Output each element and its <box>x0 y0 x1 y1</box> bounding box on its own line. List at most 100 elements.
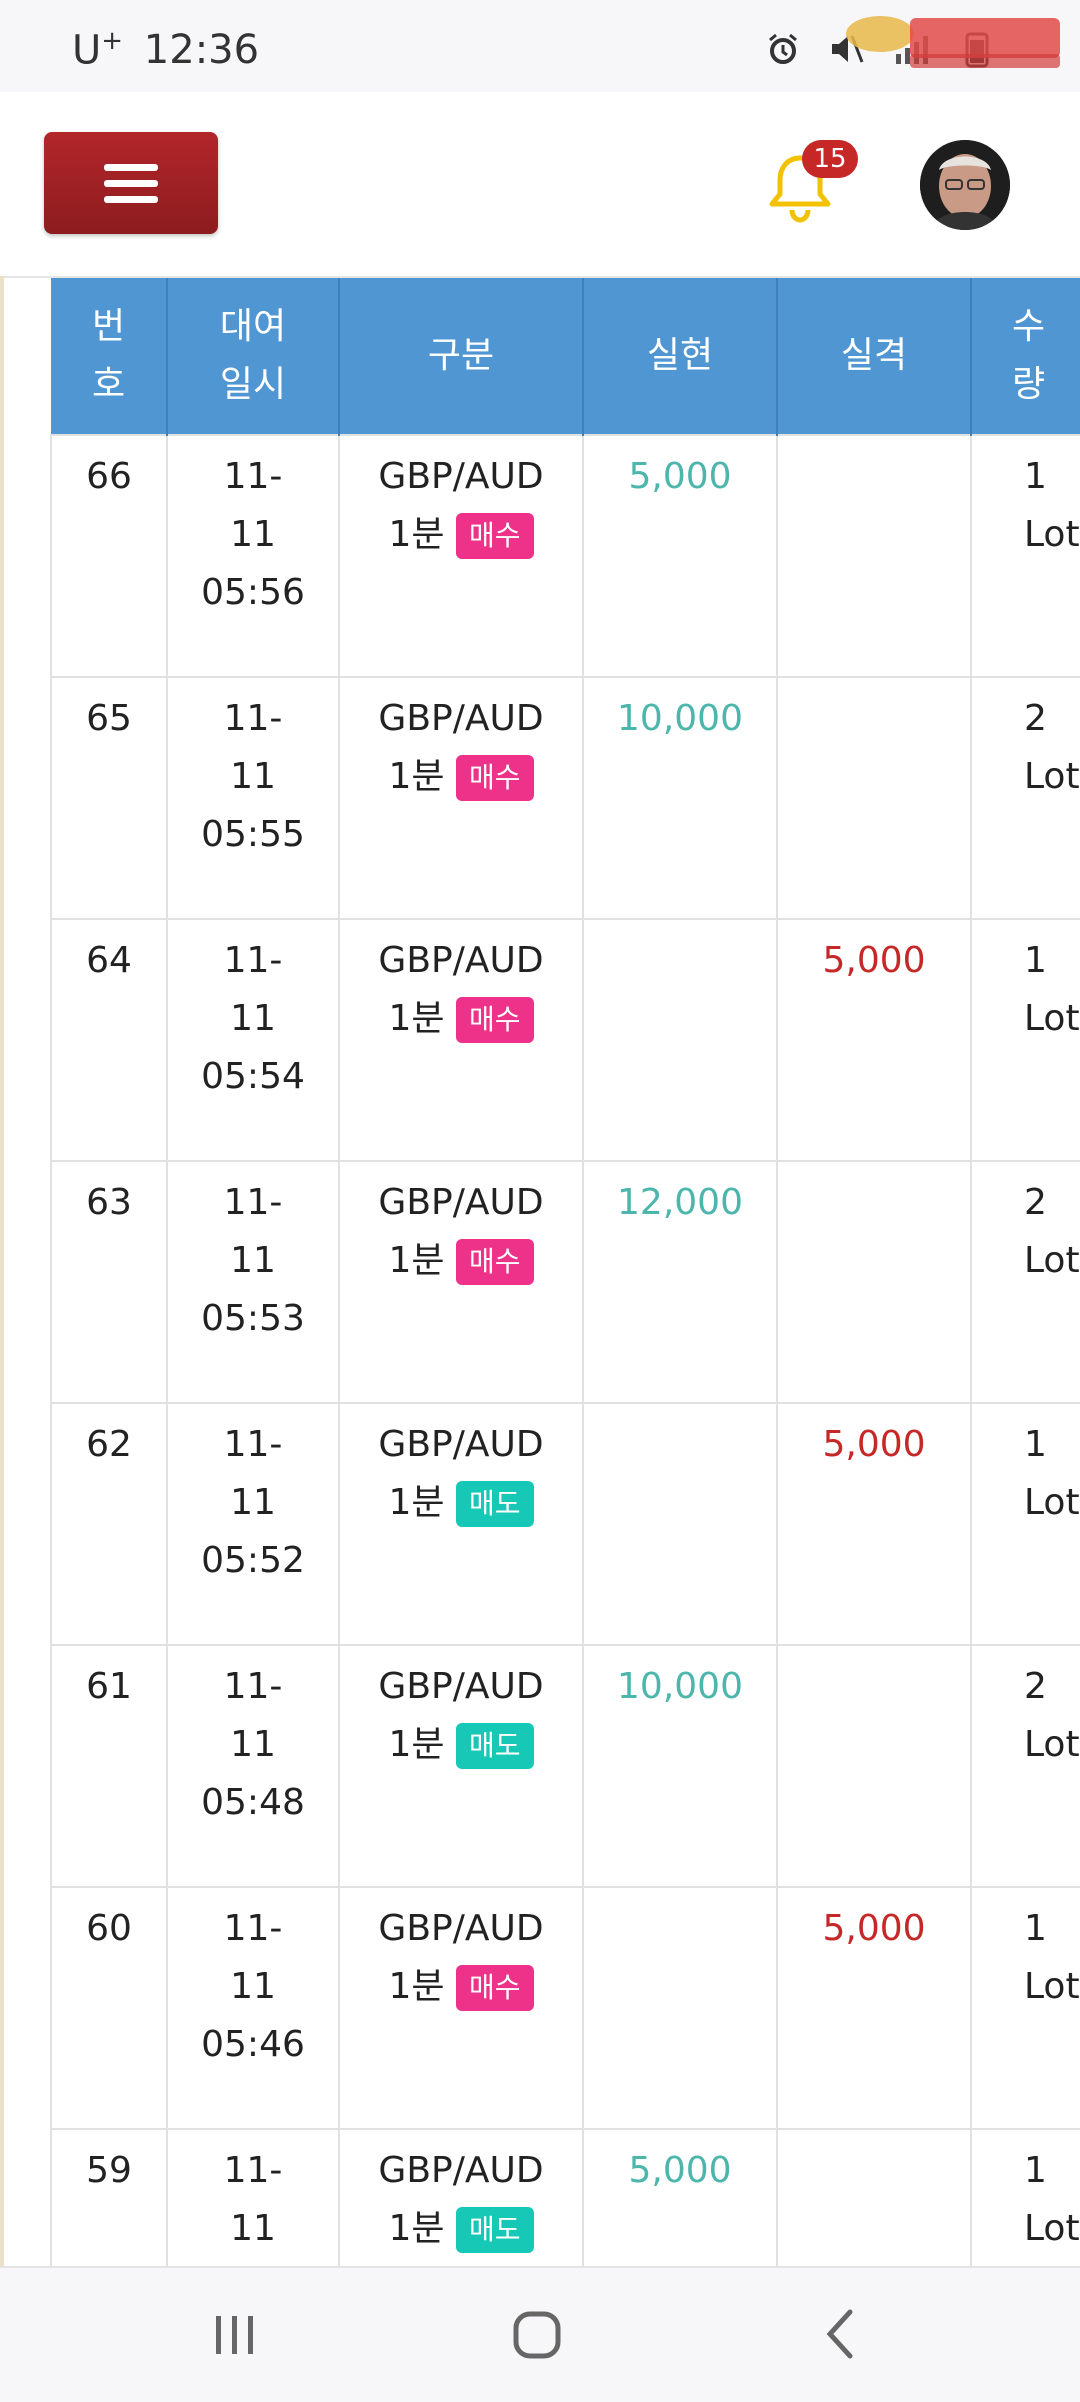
trade-number: 59 <box>86 2150 132 2191</box>
cell-loss <box>776 676 972 920</box>
cell-loss <box>776 434 972 678</box>
trade-quantity: 2 Lot <box>1024 698 1080 797</box>
cell-number: 64 <box>50 918 168 1162</box>
cell-quantity: 1 Lot <box>970 918 1080 1162</box>
col-header-type: 구분 <box>339 278 584 435</box>
cell-number: 61 <box>50 1644 168 1888</box>
cell-loss <box>776 2128 972 2266</box>
realized-amount: 10,000 <box>617 1666 743 1707</box>
trade-datetime: 11- 11 05:56 <box>201 456 305 613</box>
currency-pair: GBP/AUD <box>378 2150 544 2191</box>
cell-number: 65 <box>50 676 168 920</box>
cell-datetime: 11- 11 05:46 <box>166 1886 340 2130</box>
trade-number: 62 <box>86 1424 132 1465</box>
cell-realized <box>582 1402 778 1646</box>
cell-quantity: 1 Lot <box>970 434 1080 678</box>
realized-amount: 5,000 <box>628 456 732 497</box>
cell-quantity: 2 Lot <box>970 1644 1080 1888</box>
cell-quantity: 1 Lot <box>970 1402 1080 1646</box>
cell-loss: 5,000 <box>776 1402 972 1646</box>
cell-type: GBP/AUD 1분 매도 <box>338 2128 584 2266</box>
table-row[interactable]: 60 11- 11 05:46 GBP/AUD 1분 매수 5,000 1 Lot <box>50 1886 1080 2130</box>
trade-period: 1분 <box>388 756 445 797</box>
trade-datetime: 11- 11 05:52 <box>201 1424 305 1581</box>
notification-badge: 15 <box>802 140 858 178</box>
trade-quantity: 1 Lot <box>1024 456 1080 555</box>
carrier-time: U+ 12:36 <box>72 26 259 73</box>
home-icon[interactable] <box>512 2310 562 2360</box>
table-row[interactable]: 65 11- 11 05:55 GBP/AUD 1분 매수 10,000 2 Lot <box>50 676 1080 920</box>
trade-number: 66 <box>86 456 132 497</box>
trade-number: 65 <box>86 698 132 739</box>
trade-period: 1분 <box>388 1482 445 1523</box>
cell-datetime: 11- 11 05:48 <box>166 1644 340 1888</box>
cell-type: GBP/AUD 1분 매수 <box>338 434 584 678</box>
cell-datetime: 11- 11 05:56 <box>166 434 340 678</box>
cell-type: GBP/AUD 1분 매수 <box>338 918 584 1162</box>
loss-amount: 5,000 <box>822 1424 926 1465</box>
realized-amount: 5,000 <box>628 2150 732 2191</box>
cell-type: GBP/AUD 1분 매수 <box>338 676 584 920</box>
cell-loss <box>776 1644 972 1888</box>
clock: 12:36 <box>143 27 260 74</box>
trade-history-table[interactable]: 번호 대여 일시 구분 실현 실격 수량 66 11- 11 05:56 GBP/AUD 1… <box>50 278 1080 2266</box>
col-header-number: 번호 <box>51 278 168 435</box>
table-row[interactable]: 66 11- 11 05:56 GBP/AUD 1분 매수 5,000 1 Lot <box>50 434 1080 678</box>
cell-realized: 10,000 <box>582 676 778 920</box>
cell-realized <box>582 1886 778 2130</box>
col-header-quantity: 수량 <box>971 278 1080 435</box>
cell-datetime: 11- 11 05:54 <box>166 918 340 1162</box>
watermark-logo <box>846 16 1060 68</box>
trade-quantity: 1 Lot <box>1024 1908 1080 2007</box>
currency-pair: GBP/AUD <box>378 1666 544 1707</box>
col-header-label: 수량 <box>1012 306 1046 405</box>
trade-number: 63 <box>86 1182 132 1223</box>
app-header: 15 <box>0 92 1080 278</box>
cell-type: GBP/AUD 1분 매도 <box>338 1402 584 1646</box>
recent-apps-icon[interactable] <box>212 2312 258 2358</box>
trade-quantity: 2 Lot <box>1024 1182 1080 1281</box>
col-header-label: 실현 <box>646 335 714 376</box>
table-row[interactable]: 59 11- 11 GBP/AUD 1분 매도 5,000 1 Lot <box>50 2128 1080 2266</box>
trade-datetime: 11- 11 05:48 <box>201 1666 305 1823</box>
realized-amount: 10,000 <box>617 698 743 739</box>
cell-number: 60 <box>50 1886 168 2130</box>
avatar[interactable] <box>920 140 1010 230</box>
trade-period: 1분 <box>388 1240 445 1281</box>
trade-number: 64 <box>86 940 132 981</box>
currency-pair: GBP/AUD <box>378 698 544 739</box>
cell-quantity: 1 Lot <box>970 1886 1080 2130</box>
table-row[interactable]: 61 11- 11 05:48 GBP/AUD 1분 매도 10,000 2 Lot <box>50 1644 1080 1888</box>
cell-realized <box>582 918 778 1162</box>
trade-number: 61 <box>86 1666 132 1707</box>
carrier-label: U <box>72 27 102 74</box>
cell-datetime: 11- 11 05:53 <box>166 1160 340 1404</box>
side-badge: 매수 <box>455 513 534 559</box>
cell-realized: 12,000 <box>582 1160 778 1404</box>
trade-quantity: 1 Lot <box>1024 2150 1080 2249</box>
trade-datetime: 11- 11 05:53 <box>201 1182 305 1339</box>
table-row[interactable]: 62 11- 11 05:52 GBP/AUD 1분 매도 5,000 1 Lot <box>50 1402 1080 1646</box>
trade-period: 1분 <box>388 514 445 555</box>
status-bar: U+ 12:36 <box>0 0 1080 92</box>
col-header-label: 대여 일시 <box>219 306 287 405</box>
table-header-row: 번호 대여 일시 구분 실현 실격 수량 <box>51 278 1080 435</box>
side-badge: 매수 <box>455 755 534 801</box>
cell-loss: 5,000 <box>776 1886 972 2130</box>
side-badge: 매수 <box>455 1239 534 1285</box>
avatar-image <box>920 140 1010 230</box>
currency-pair: GBP/AUD <box>378 1424 544 1465</box>
table-row[interactable]: 64 11- 11 05:54 GBP/AUD 1분 매수 5,000 1 Lot <box>50 918 1080 1162</box>
trade-quantity: 2 Lot <box>1024 1666 1080 1765</box>
cell-number: 66 <box>50 434 168 678</box>
menu-button[interactable] <box>44 132 218 234</box>
currency-pair: GBP/AUD <box>378 940 544 981</box>
cell-loss: 5,000 <box>776 918 972 1162</box>
table-row[interactable]: 63 11- 11 05:53 GBP/AUD 1분 매수 12,000 2 Lot <box>50 1160 1080 1404</box>
back-icon[interactable] <box>822 2308 858 2360</box>
trade-period: 1분 <box>388 1724 445 1765</box>
trade-period: 1분 <box>388 2208 445 2249</box>
loss-amount: 5,000 <box>822 940 926 981</box>
cell-realized: 10,000 <box>582 1644 778 1888</box>
cell-quantity: 2 Lot <box>970 676 1080 920</box>
